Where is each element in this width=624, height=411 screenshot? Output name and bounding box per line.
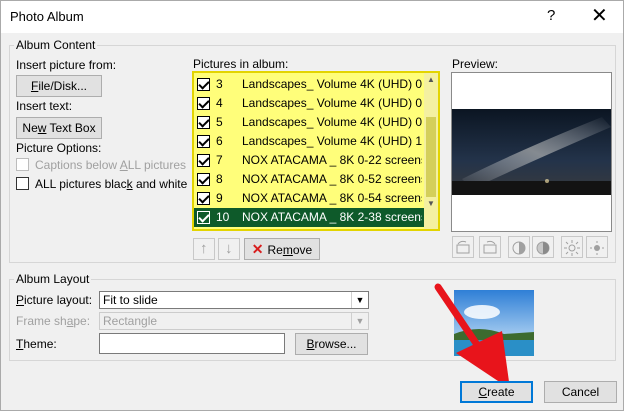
picture-number: 4 [216,96,223,110]
up-arrow-icon: ↑ [200,240,208,257]
cancel-button[interactable]: Cancel [544,381,617,403]
picture-name: NOX ATACAMA _ 8K 0-52 screenshot [242,172,422,186]
black-white-label: ALL pictures black and white [35,177,188,191]
contrast-down-icon [536,241,550,255]
picture-layout-label: Picture layout: [16,293,93,307]
annotation-arrow-icon [434,283,510,389]
picture-number: 5 [216,115,223,129]
picture-name: NOX ATACAMA _ 8K 0-22 screenshot [242,153,422,167]
picture-number: 6 [216,134,223,148]
down-arrow-icon: ↓ [225,240,233,257]
picture-checkbox[interactable] [197,211,210,224]
list-item[interactable]: 6 Landscapes_ Volume 4K (UHD) 1-2 s [194,132,424,151]
picture-number: 9 [216,191,223,205]
insert-picture-from-label: Insert picture from: [16,58,117,72]
list-item[interactable]: 5 Landscapes_ Volume 4K (UHD) 0-50 [194,113,424,132]
contrast-up-icon [512,241,526,255]
window-title: Photo Album [10,9,84,24]
list-item[interactable]: 7 NOX ATACAMA _ 8K 0-22 screenshot [194,151,424,170]
scroll-thumb[interactable] [426,117,436,197]
picture-checkbox[interactable] [197,154,210,167]
listbox-scrollbar[interactable]: ▲ ▼ [424,73,438,229]
rotate-left-icon [456,240,470,254]
picture-number: 8 [216,172,223,186]
picture-checkbox[interactable] [197,173,210,186]
browse-button[interactable]: Browse... [295,333,368,355]
list-item[interactable]: 8 NOX ATACAMA _ 8K 0-52 screenshot [194,170,424,189]
album-content-label: Album Content [14,38,98,52]
picture-checkbox[interactable] [197,192,210,205]
rotate-left-button[interactable] [452,236,474,258]
picture-name: Landscapes_ Volume 4K (UHD) 0-38 [242,77,422,91]
remove-x-icon: ✕ [251,241,264,257]
picture-number: 10 [216,210,230,224]
picture-name: Landscapes_ Volume 4K (UHD) 0-50 [242,115,422,129]
preview-image [452,109,611,195]
frame-shape-label: Frame shape: [16,314,91,328]
photo-album-dialog: Photo Album ? ✕ Album Content Insert pic… [0,0,624,411]
contrast-up-button[interactable] [508,236,530,258]
file-disk-button[interactable]: File/Disk... [16,75,102,97]
picture-name: Landscapes_ Volume 4K (UHD) 0-45 [242,96,422,110]
picture-name: NOX ATACAMA _ 8K 2-38 screenshot [242,210,422,224]
picture-checkbox[interactable] [197,78,210,91]
preview-panel [451,72,612,258]
list-item[interactable]: 10 NOX ATACAMA _ 8K 2-38 screenshot [194,208,424,227]
picture-checkbox[interactable] [197,97,210,110]
list-item[interactable]: 9 NOX ATACAMA _ 8K 0-54 screenshot [194,189,424,208]
chevron-down-icon[interactable]: ▼ [351,313,368,329]
rotate-right-button[interactable] [479,236,501,258]
scroll-up-icon[interactable]: ▲ [424,73,438,87]
picture-name: Landscapes_ Volume 4K (UHD) 1-2 s [242,134,422,148]
pictures-in-album-label: Pictures in album: [193,57,289,71]
theme-input[interactable] [99,333,285,354]
frame-shape-select[interactable]: Rectangle ▼ [99,312,369,330]
title-bar: Photo Album ? ✕ [1,1,623,33]
picture-number: 3 [216,77,223,91]
picture-layout-select[interactable]: Fit to slide ▼ [99,291,369,309]
picture-options-label: Picture Options: [16,141,102,155]
move-up-button[interactable]: ↑ [193,238,215,260]
insert-text-label: Insert text: [16,99,73,113]
album-layout-label: Album Layout [14,272,92,286]
help-button[interactable]: ? [547,7,555,24]
preview-label: Preview: [452,57,499,71]
brightness-up-button[interactable] [561,236,583,258]
picture-number: 7 [216,153,223,167]
black-white-checkbox[interactable] [16,177,29,190]
pictures-listbox[interactable]: 3 Landscapes_ Volume 4K (UHD) 0-38 4 Landsc… [192,71,440,231]
rotate-right-icon [483,240,497,254]
brightness-up-icon [564,240,580,256]
list-item[interactable]: 4 Landscapes_ Volume 4K (UHD) 0-45 [194,94,424,113]
move-down-button[interactable]: ↓ [218,238,240,260]
contrast-down-button[interactable] [532,236,554,258]
remove-button[interactable]: ✕ Remove [244,238,320,260]
picture-checkbox[interactable] [197,116,210,129]
picture-checkbox[interactable] [197,135,210,148]
picture-name: NOX ATACAMA _ 8K 0-54 screenshot [242,191,422,205]
create-button[interactable]: Create [460,381,533,403]
captions-below-label: Captions below ALL pictures [35,158,187,172]
brightness-down-icon [590,241,604,255]
new-text-box-button[interactable]: New Text Box [16,117,102,139]
theme-label: Theme: [16,337,57,351]
brightness-down-button[interactable] [586,236,608,258]
chevron-down-icon[interactable]: ▼ [351,292,368,308]
captions-below-checkbox[interactable] [16,158,29,171]
list-item[interactable]: 3 Landscapes_ Volume 4K (UHD) 0-38 [194,75,424,94]
close-icon[interactable]: ✕ [591,3,608,28]
scroll-down-icon[interactable]: ▼ [424,197,438,211]
